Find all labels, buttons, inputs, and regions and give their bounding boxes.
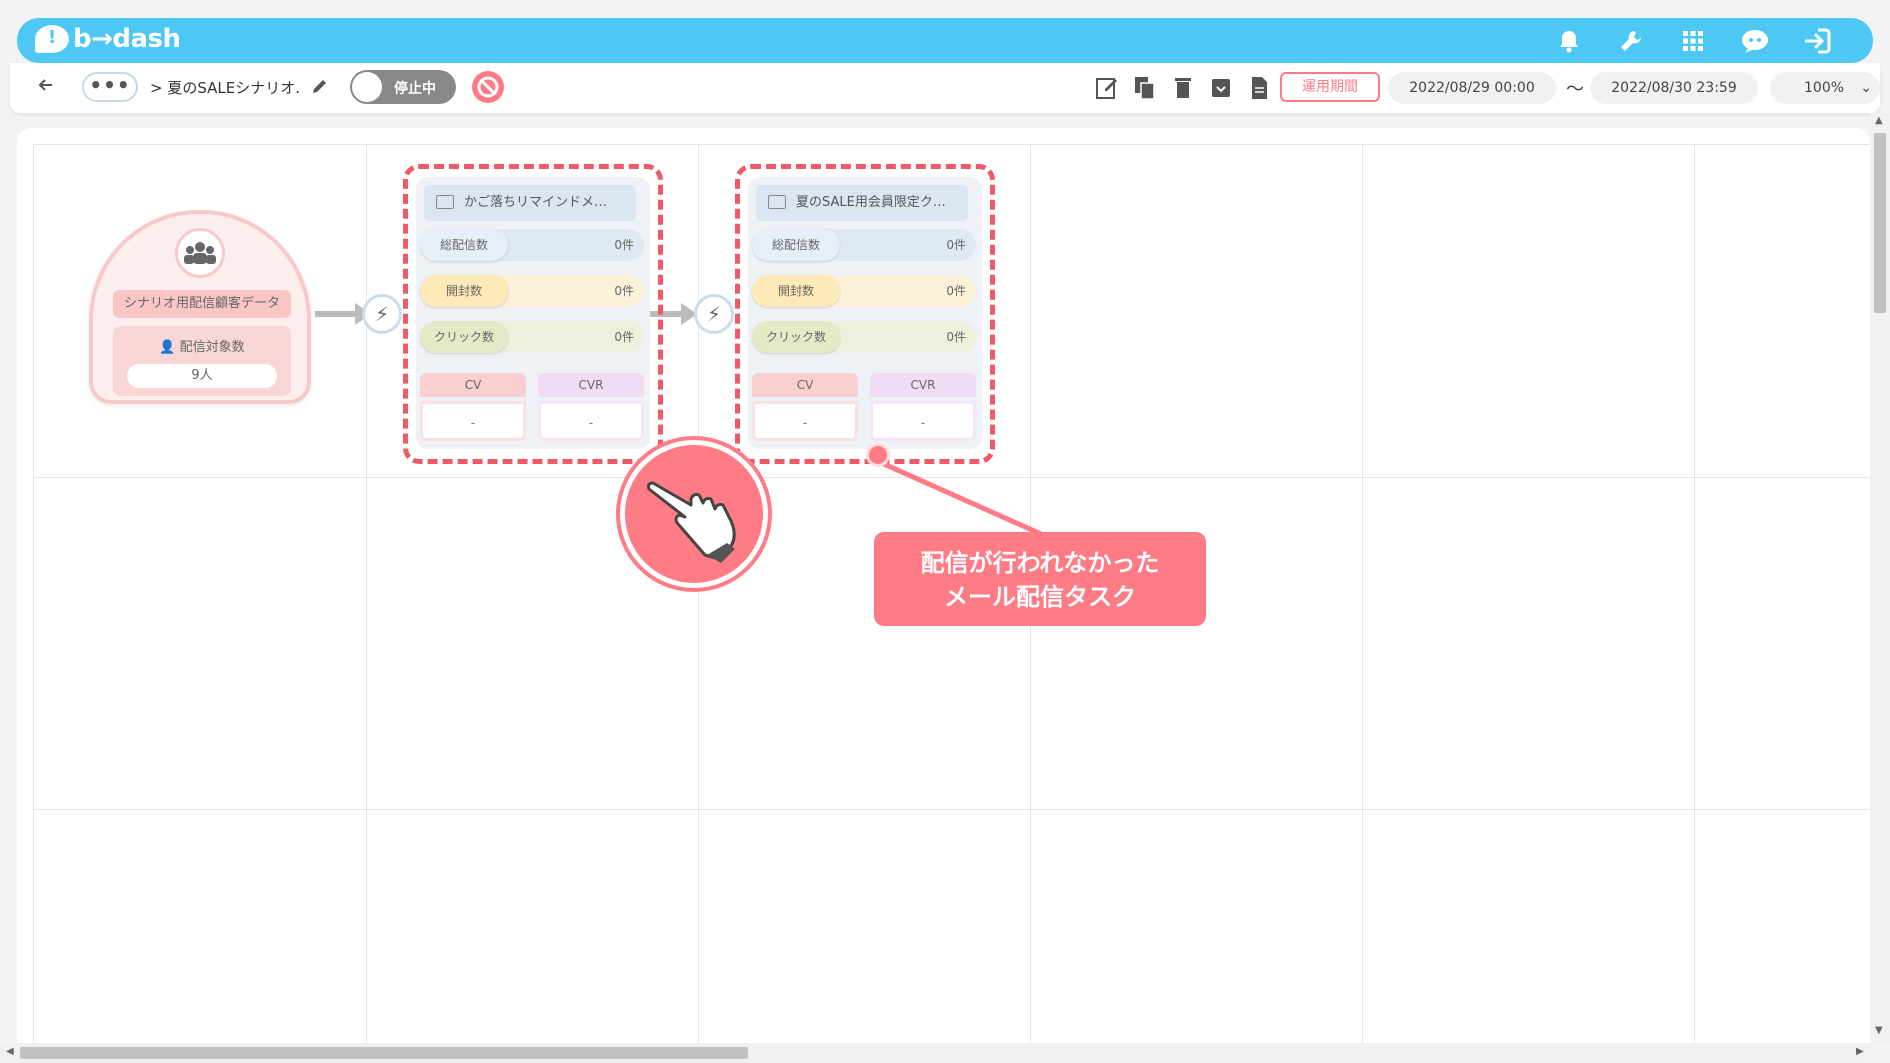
archive-icon[interactable] xyxy=(1209,75,1233,101)
trash-icon[interactable] xyxy=(1171,75,1195,101)
cv-value: - xyxy=(752,401,858,441)
logo-text: b→dash xyxy=(73,24,181,54)
total-sent-stat: 総配信数 0件 xyxy=(752,229,976,261)
task-title: かご落ちリマインドメ… xyxy=(424,185,636,221)
horizontal-scroll-thumb[interactable] xyxy=(20,1047,748,1059)
scroll-down-icon[interactable]: ▼ xyxy=(1875,1025,1883,1036)
cvr-value: - xyxy=(870,401,976,441)
bell-icon[interactable] xyxy=(1553,26,1585,56)
open-stat: 開封数 0件 xyxy=(420,275,644,307)
horizontal-scrollbar[interactable]: ◀ ▶ xyxy=(0,1043,1870,1063)
apps-grid-icon[interactable] xyxy=(1677,26,1709,56)
breadcrumb-more-button[interactable]: ••• xyxy=(82,72,138,102)
mail-task-card[interactable]: 夏のSALE用会員限定ク… 総配信数 0件 開封数 0件 クリック数 0件 CV CV… xyxy=(748,177,982,449)
callout-anchor-dot xyxy=(866,443,890,467)
document-icon[interactable] xyxy=(1247,75,1271,101)
target-count-box: 👤 配信対象数 9人 xyxy=(113,326,291,396)
cv-value: - xyxy=(420,401,526,441)
users-group-icon xyxy=(175,228,225,278)
scroll-left-icon[interactable]: ◀ xyxy=(6,1046,14,1057)
top-header-bar: b→dash xyxy=(17,18,1873,63)
pointing-hand-icon xyxy=(620,440,768,588)
callout-note: 配信が行われなかった メール配信タスク xyxy=(874,532,1206,626)
cv-header-row: CV CVR xyxy=(420,373,644,397)
target-count-value: 9人 xyxy=(127,364,277,388)
chevron-down-icon: ⌄ xyxy=(1860,80,1872,96)
toggle-label: 停止中 xyxy=(394,81,436,97)
task-title: 夏のSALE用会員限定ク… xyxy=(756,185,968,221)
operation-period-badge[interactable]: 運用期間 xyxy=(1280,72,1380,102)
trigger-lightning-icon[interactable]: ⚡ xyxy=(362,294,402,334)
vertical-scrollbar[interactable]: ▲ ▼ xyxy=(1870,113,1890,1043)
callout-line-2: メール配信タスク xyxy=(944,583,1136,611)
breadcrumb-scenario-name: > 夏のSALEシナリオ. xyxy=(150,79,301,97)
open-stat: 開封数 0件 xyxy=(752,275,976,307)
flow-arrow xyxy=(315,303,371,325)
mail-icon xyxy=(768,195,786,209)
callout-line-1: 配信が行われなかった xyxy=(920,549,1160,577)
scenario-toolbar: ••• > 夏のSALEシナリオ. 停止中 運用期間 2022/08/29 00… xyxy=(10,63,1880,113)
scroll-right-icon[interactable]: ▶ xyxy=(1856,1046,1864,1057)
vertical-scroll-thumb[interactable] xyxy=(1874,133,1886,313)
scroll-up-icon[interactable]: ▲ xyxy=(1875,115,1883,126)
zoom-select[interactable]: 100% ⌄ xyxy=(1770,72,1880,104)
zoom-value: 100% xyxy=(1804,80,1845,96)
back-arrow-icon[interactable] xyxy=(36,75,60,99)
copy-icon[interactable] xyxy=(1133,75,1157,101)
bdash-logo[interactable]: b→dash xyxy=(35,24,181,54)
wrench-icon[interactable] xyxy=(1615,26,1647,56)
logo-bubble-icon xyxy=(35,25,69,53)
cv-header-row: CV CVR xyxy=(752,373,976,397)
trigger-lightning-icon[interactable]: ⚡ xyxy=(694,294,734,334)
date-separator: 〜 xyxy=(1566,79,1584,100)
target-count-label: 配信対象数 xyxy=(179,340,245,355)
edit-note-icon[interactable] xyxy=(1095,75,1119,101)
status-toggle[interactable]: 停止中 xyxy=(350,70,456,104)
segment-title: シナリオ用配信顧客データ xyxy=(113,290,291,318)
click-stat: クリック数 0件 xyxy=(752,321,976,353)
highlight-dashed-frame: かご落ちリマインドメ… 総配信数 0件 開封数 0件 クリック数 0件 CV CVR … xyxy=(403,164,663,464)
person-icon: 👤 xyxy=(159,340,176,355)
cvr-value: - xyxy=(538,401,644,441)
edit-name-pencil-icon[interactable] xyxy=(310,76,330,100)
toggle-knob xyxy=(352,72,382,102)
end-date-field[interactable]: 2022/08/30 23:59 xyxy=(1590,72,1758,104)
mail-icon xyxy=(436,195,454,209)
start-date-field[interactable]: 2022/08/29 00:00 xyxy=(1388,72,1556,104)
prohibited-icon[interactable] xyxy=(472,71,504,103)
chat-bot-icon[interactable] xyxy=(1739,26,1771,56)
logout-icon[interactable] xyxy=(1801,26,1833,56)
total-sent-stat: 総配信数 0件 xyxy=(420,229,644,261)
click-stat: クリック数 0件 xyxy=(420,321,644,353)
highlight-dashed-frame: 夏のSALE用会員限定ク… 総配信数 0件 開封数 0件 クリック数 0件 CV CV… xyxy=(735,164,995,464)
mail-task-card[interactable]: かご落ちリマインドメ… 総配信数 0件 開封数 0件 クリック数 0件 CV CVR … xyxy=(416,177,650,449)
